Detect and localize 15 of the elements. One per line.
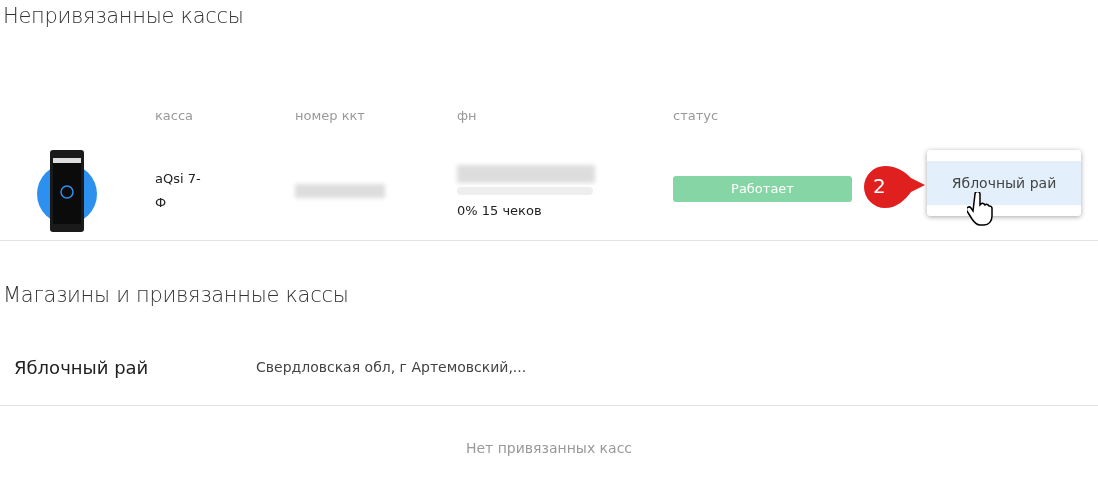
store-address: Свердловская обл, г Артемовский,... (256, 359, 527, 375)
section-title: Непривязанные кассы (2, 3, 245, 30)
column-header: фн (457, 108, 477, 123)
store-name: Яблочный рай (14, 356, 150, 378)
device-model: aQsi 7-Ф (155, 170, 202, 212)
column-header: касса (155, 108, 194, 123)
status-badge: Работает (673, 176, 852, 202)
fn-reading: 0% 15 чеков (457, 202, 542, 218)
column-header: статус (673, 108, 719, 123)
empty-message: Нет привязанных касс (465, 440, 633, 456)
section-title: Магазины и привязанные кассы (2, 282, 350, 309)
callout-marker: 2 (861, 164, 927, 210)
terminal-icon (34, 148, 100, 234)
menu-item[interactable]: Яблочный рай (927, 161, 1081, 205)
column-header: номер ккт (295, 108, 365, 123)
